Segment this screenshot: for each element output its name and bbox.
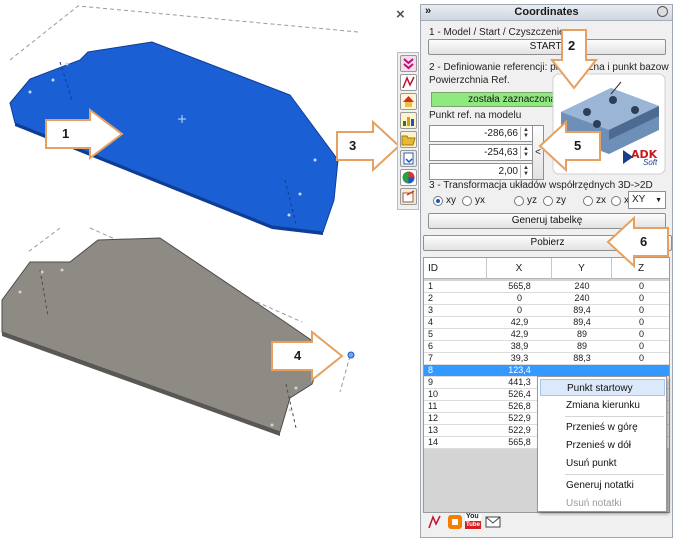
section-3-label: 3 - Transformacja układów współrzędnych … xyxy=(429,180,653,191)
cell-y: 89 xyxy=(576,341,587,351)
callout-2: 2 xyxy=(548,28,600,95)
cell-y: 240 xyxy=(574,281,590,291)
import-icon[interactable] xyxy=(400,150,417,167)
context-menu-item: Usuń notatki xyxy=(566,498,622,509)
cell-x: 38,9 xyxy=(510,341,529,351)
bottom-toolbar: You Tube xyxy=(427,513,537,532)
home-icon[interactable] xyxy=(400,93,417,110)
sketch-icon[interactable] xyxy=(400,74,417,91)
export-icon[interactable] xyxy=(400,188,417,205)
cell-id: 2 xyxy=(428,293,434,303)
cell-y: 88,3 xyxy=(573,353,591,363)
table-row[interactable]: 7 39,3 88,3 0 xyxy=(424,353,669,365)
col-x[interactable]: X xyxy=(487,258,552,279)
chevrons-down-icon[interactable] xyxy=(400,55,417,72)
adk-logo: ADK Soft xyxy=(623,148,663,170)
context-menu-item[interactable]: Przenieś w górę xyxy=(540,419,665,436)
table-row[interactable]: 3 0 89,4 0 xyxy=(424,305,669,317)
color-wheel-icon[interactable] xyxy=(400,169,417,186)
cell-id: 14 xyxy=(428,437,439,447)
ref-z-input[interactable]: 2,00 ▲ ▼ xyxy=(429,163,533,180)
cell-id: 6 xyxy=(428,341,434,351)
table-row[interactable]: 6 38,9 89 0 xyxy=(424,341,669,353)
blog-icon[interactable] xyxy=(447,514,463,530)
cell-z: 0 xyxy=(638,353,644,363)
spinner-arrows-icon[interactable]: ▲ ▼ xyxy=(520,127,531,140)
panel-titlebar[interactable]: » Coordinates xyxy=(421,5,672,21)
close-button[interactable]: × xyxy=(396,6,405,23)
cell-z: 0 xyxy=(638,305,644,315)
cell-z xyxy=(612,365,669,376)
plane-select[interactable]: XY ▼ xyxy=(628,191,666,209)
cell-id: 1 xyxy=(428,281,434,291)
menu-separator xyxy=(565,416,664,417)
surface-ref-label: Powierzchnia Ref. xyxy=(429,75,510,86)
model-viewport[interactable]: 1 4 3 xyxy=(0,0,401,540)
ref-y-input[interactable]: -254,63 ▲ ▼ xyxy=(429,144,533,161)
cell-id: 7 xyxy=(428,353,434,363)
cell-id: 11 xyxy=(428,401,438,411)
cell-z: 0 xyxy=(638,317,644,327)
cell-z: 0 xyxy=(638,293,644,303)
callout-6: 6 xyxy=(606,215,672,271)
cell-y: 89,4 xyxy=(573,317,591,327)
start-button[interactable]: START! xyxy=(428,39,666,55)
col-y[interactable]: Y xyxy=(552,258,612,279)
menu-separator xyxy=(565,474,664,475)
folder-open-icon[interactable] xyxy=(400,131,417,148)
context-menu-item[interactable]: Usuń punkt xyxy=(540,455,665,472)
context-menu-item[interactable]: Generuj notatki xyxy=(540,477,665,494)
cell-id: 4 xyxy=(428,317,434,327)
cell-x: 0 xyxy=(516,305,522,315)
cell-y: 89,4 xyxy=(573,305,591,315)
cell-z: 0 xyxy=(638,281,644,291)
cell-id: 12 xyxy=(428,413,439,423)
chart-icon[interactable] xyxy=(400,112,417,129)
table-row[interactable]: 4 42,9 89,4 0 xyxy=(424,317,669,329)
context-menu-item[interactable]: Przenieś w dół xyxy=(540,437,665,454)
cell-id: 5 xyxy=(428,329,434,339)
pin-icon[interactable] xyxy=(657,6,668,17)
spinner-arrows-icon[interactable]: ▲ ▼ xyxy=(520,165,531,178)
side-toolbar xyxy=(397,52,419,210)
context-menu-item[interactable]: Zmiana kierunku xyxy=(540,397,665,414)
cell-x: 123,4 xyxy=(508,365,531,375)
youtube-icon[interactable]: You Tube xyxy=(465,513,481,530)
col-id[interactable]: ID xyxy=(424,258,487,279)
cell-y: 240 xyxy=(574,293,590,303)
table-row[interactable]: 2 0 240 0 xyxy=(424,293,669,305)
context-menu: Punkt startowy Zmiana kierunku Przenieś w … xyxy=(537,376,667,512)
spinner-arrows-icon[interactable]: ▲ ▼ xyxy=(520,146,531,159)
cell-y xyxy=(552,365,612,376)
ref-x-input[interactable]: -286,66 ▲ ▼ xyxy=(429,125,533,142)
sketch-icon[interactable] xyxy=(427,514,443,530)
section-1-label: 1 - Model / Start / Czyszczenie xyxy=(429,27,565,38)
cell-z: 0 xyxy=(638,341,644,351)
table-row[interactable]: 5 42,9 89 0 xyxy=(424,329,669,341)
mail-icon[interactable] xyxy=(485,514,501,530)
cell-x: 42,9 xyxy=(510,329,529,339)
pick-point-marker xyxy=(347,351,355,359)
cell-x: 42,9 xyxy=(510,317,529,327)
table-row[interactable]: 1 565,8 240 0 xyxy=(424,281,669,293)
cell-id: 9 xyxy=(428,377,434,387)
context-menu-item[interactable]: Punkt startowy xyxy=(540,379,665,396)
cell-id: 3 xyxy=(428,305,434,315)
surface-status: została zaznaczona xyxy=(431,92,561,107)
panel-title: Coordinates xyxy=(514,6,579,18)
cell-y: 89 xyxy=(576,329,587,339)
cell-x: 565,8 xyxy=(508,281,531,291)
chevron-down-icon: ▼ xyxy=(655,197,662,204)
cell-id: 8 xyxy=(428,365,434,375)
cell-x: 0 xyxy=(516,293,522,303)
callout-5: 5 xyxy=(538,119,604,175)
cell-id: 10 xyxy=(428,389,439,399)
cell-id: 13 xyxy=(428,425,439,435)
cell-x: 39,3 xyxy=(510,353,529,363)
cell-z: 0 xyxy=(638,329,644,339)
ref-point-label: Punkt ref. na modelu xyxy=(429,110,522,121)
